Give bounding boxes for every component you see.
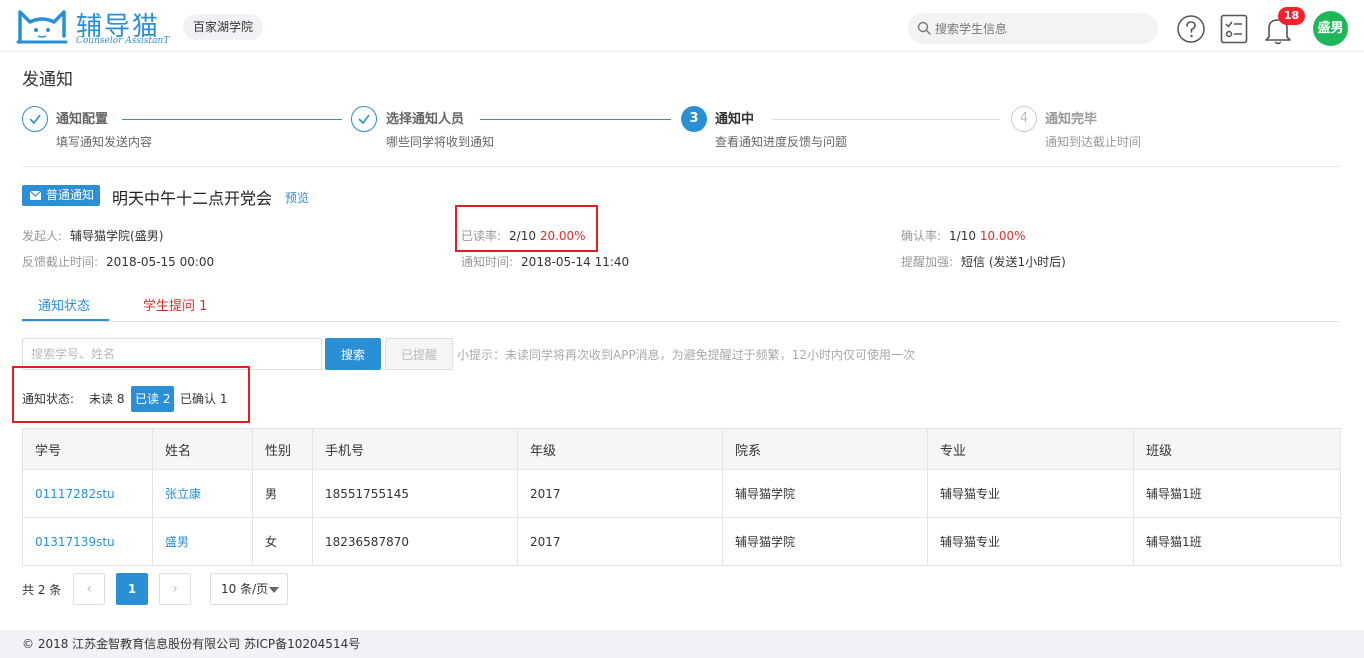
col-class: 班级 <box>1133 428 1341 470</box>
notify-time-label: 通知时间: <box>461 255 514 269</box>
step-1-desc: 填写通知发送内容 <box>56 135 153 149</box>
mail-icon <box>30 191 41 200</box>
student-name-link[interactable]: 张立康 <box>152 469 253 518</box>
help-icon[interactable] <box>1176 14 1206 44</box>
notice-type-tag: 普通通知 <box>22 185 101 206</box>
step-4-number: 4 <box>1011 106 1037 132</box>
table-row: 01317139stu 盛男 女 18236587870 2017 辅导猫学院 … <box>22 517 1341 566</box>
reminder-label: 提醒加强: <box>901 255 954 269</box>
table-row: 01117282stu 张立康 男 18551755145 2017 辅导猫学院… <box>22 469 1341 518</box>
remind-tip: 小提示：未读同学将再次收到APP消息，为避免提醒过于频繁，12小时内仅可使用一次 <box>457 348 915 362</box>
logo-subtitle: Counselor AssistanT <box>76 36 170 46</box>
highlight-box-status-filter <box>12 366 250 423</box>
search-icon <box>917 21 931 35</box>
task-list-icon[interactable] <box>1220 14 1248 44</box>
student-search-input[interactable] <box>935 13 1150 44</box>
student-search[interactable] <box>908 13 1158 44</box>
col-major: 专业 <box>927 428 1134 470</box>
col-gender: 性别 <box>252 428 313 470</box>
sender-value: 辅导猫学院(盛男) <box>70 229 164 243</box>
sender-info: 发起人: 辅导猫学院(盛男) <box>22 227 163 244</box>
cell-gender: 男 <box>252 469 313 518</box>
search-button[interactable]: 搜索 <box>325 338 381 370</box>
notice-type-label: 普通通知 <box>46 188 95 202</box>
total-count: 共 2 条 <box>22 583 62 597</box>
col-student-id: 学号 <box>22 428 153 470</box>
cell-major: 辅导猫专业 <box>927 517 1134 566</box>
deadline-info: 反馈截止时间: 2018-05-15 00:00 <box>22 253 214 270</box>
step-2-desc: 哪些同学将收到通知 <box>386 135 495 149</box>
cat-logo-icon <box>16 10 68 44</box>
reminder-info: 提醒加强: 短信 (发送1小时后) <box>901 253 1066 270</box>
preview-link[interactable]: 预览 <box>285 189 309 206</box>
col-phone: 手机号 <box>312 428 518 470</box>
tab-student-questions[interactable]: 学生提问 1 <box>143 295 207 314</box>
col-name: 姓名 <box>152 428 253 470</box>
school-switcher[interactable]: 百家湖学院 <box>183 14 264 40</box>
page-title: 发通知 <box>22 70 73 90</box>
section-divider <box>22 166 1340 167</box>
student-id-link[interactable]: 01117282stu <box>22 469 153 518</box>
student-id-link[interactable]: 01317139stu <box>22 517 153 566</box>
notify-time-info: 通知时间: 2018-05-14 11:40 <box>461 253 629 270</box>
step-connector <box>772 119 1000 120</box>
caret-down-icon <box>269 587 279 593</box>
cell-phone: 18551755145 <box>312 469 518 518</box>
top-header: 辅导猫 Counselor AssistanT 百家湖学院 18 盛男 <box>0 0 1364 52</box>
notification-badge: 18 <box>1278 7 1305 25</box>
deadline-label: 反馈截止时间: <box>22 255 99 269</box>
footer: © 2018 江苏金智教育信息股份有限公司 苏ICP备10204514号 <box>0 630 1364 658</box>
page-1-button[interactable]: 1 <box>116 573 148 605</box>
user-avatar[interactable]: 盛男 <box>1313 11 1348 46</box>
cell-department: 辅导猫学院 <box>722 469 928 518</box>
confirm-count: 1/10 <box>949 229 976 243</box>
notice-title: 明天中午十二点开党会 <box>112 189 273 208</box>
cell-major: 辅导猫专业 <box>927 469 1134 518</box>
active-tab-indicator <box>22 319 109 321</box>
sender-label: 发起人: <box>22 229 63 243</box>
highlight-box-read-rate <box>455 205 598 252</box>
cell-class: 辅导猫1班 <box>1133 517 1341 566</box>
logo[interactable]: 辅导猫 Counselor AssistanT <box>16 6 176 46</box>
tab-notice-status[interactable]: 通知状态 <box>38 295 90 314</box>
cell-phone: 18236587870 <box>312 517 518 566</box>
reminder-value: 短信 (发送1小时后) <box>961 255 1066 269</box>
progress-steps: 通知配置 填写通知发送内容 选择通知人员 哪些同学将收到通知 3 通知中 查看通… <box>22 104 1340 156</box>
step-3-desc: 查看通知进度反馈与问题 <box>715 135 848 149</box>
step-connector <box>480 119 671 120</box>
next-page-button[interactable]: › <box>159 573 191 605</box>
step-2-title: 选择通知人员 <box>386 112 465 127</box>
confirm-rate-info: 确认率: 1/10 10.00% <box>901 227 1026 244</box>
cell-grade: 2017 <box>517 469 723 518</box>
cell-grade: 2017 <box>517 517 723 566</box>
col-grade: 年级 <box>517 428 723 470</box>
table-header-row: 学号 姓名 性别 手机号 年级 院系 专业 班级 <box>22 428 1341 470</box>
step-4-title: 通知完毕 <box>1045 112 1098 127</box>
tab-bar: 通知状态 学生提问 1 <box>22 286 1340 322</box>
cell-class: 辅导猫1班 <box>1133 469 1341 518</box>
notify-time-value: 2018-05-14 11:40 <box>521 255 630 269</box>
prev-page-button[interactable]: ‹ <box>73 573 105 605</box>
step-4-desc: 通知到达截止时间 <box>1045 135 1142 149</box>
remind-button[interactable]: 已提醒 <box>385 338 453 370</box>
step-1-check-icon <box>22 106 48 132</box>
student-table: 学号 姓名 性别 手机号 年级 院系 专业 班级 01117282stu 张立康… <box>22 428 1341 566</box>
step-connector <box>122 119 342 120</box>
deadline-value: 2018-05-15 00:00 <box>106 255 215 269</box>
page-size-select[interactable]: 10 条/页 <box>210 573 288 605</box>
confirm-rate-label: 确认率: <box>901 229 942 243</box>
page-size-value: 10 条/页 <box>221 582 269 596</box>
cell-gender: 女 <box>252 517 313 566</box>
step-1-title: 通知配置 <box>56 112 109 127</box>
step-2-check-icon <box>351 106 377 132</box>
step-3-number: 3 <box>681 106 707 132</box>
step-3-title: 通知中 <box>715 112 755 127</box>
cell-department: 辅导猫学院 <box>722 517 928 566</box>
confirm-rate: 10.00% <box>979 229 1026 243</box>
student-name-link[interactable]: 盛男 <box>152 517 253 566</box>
col-department: 院系 <box>722 428 928 470</box>
